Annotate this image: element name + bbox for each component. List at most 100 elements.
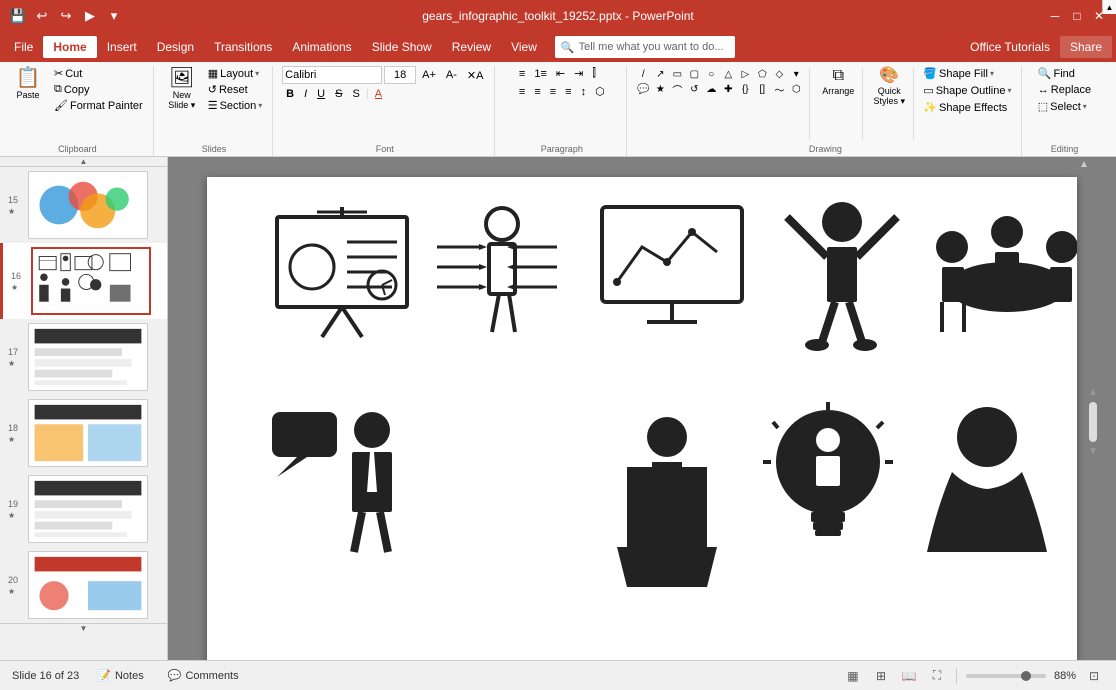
- slide-preview-16[interactable]: [31, 247, 151, 315]
- format-painter-button[interactable]: 🖌 Format Painter: [50, 98, 147, 113]
- pentagon-shape[interactable]: ⬠: [755, 67, 769, 81]
- bullets-button[interactable]: ≡: [515, 67, 529, 81]
- comments-button[interactable]: 💬 Comments: [162, 667, 245, 684]
- more-shapes[interactable]: ▾: [789, 67, 803, 81]
- menu-design[interactable]: Design: [147, 36, 204, 58]
- slide-preview-18[interactable]: [28, 399, 148, 467]
- share-button[interactable]: Share: [1060, 36, 1112, 58]
- align-right-button[interactable]: ≡: [546, 85, 560, 99]
- font-color-button[interactable]: A: [371, 87, 386, 101]
- align-left-button[interactable]: ≡: [515, 85, 529, 99]
- cloud-shape[interactable]: ☁: [704, 82, 718, 96]
- italic-button[interactable]: I: [300, 87, 311, 101]
- diamond-shape[interactable]: ◇: [772, 67, 786, 81]
- strikethrough-button[interactable]: S: [331, 87, 346, 101]
- menu-insert[interactable]: Insert: [97, 36, 147, 58]
- canvas-scrollbar-thumb[interactable]: [1089, 402, 1097, 442]
- line-spacing-button[interactable]: ↕: [577, 85, 591, 99]
- font-size-decrease-button[interactable]: A-: [442, 68, 461, 82]
- slide-preview-19[interactable]: [28, 475, 148, 543]
- fit-slide-button[interactable]: ⊡: [1084, 666, 1104, 686]
- reading-view-button[interactable]: 📖: [899, 666, 919, 686]
- shape-effects-button[interactable]: ✨ Shape Effects: [919, 100, 1015, 115]
- section-button[interactable]: ☰ Section ▾: [204, 98, 267, 113]
- increase-indent-button[interactable]: ⇥: [570, 66, 587, 81]
- save-button[interactable]: 💾: [8, 6, 28, 26]
- shape-fill-button[interactable]: 🪣 Shape Fill ▾: [919, 66, 1015, 81]
- menu-review[interactable]: Review: [442, 36, 501, 58]
- menu-view[interactable]: View: [501, 36, 547, 58]
- canvas-scroll-up-btn[interactable]: ▲: [1088, 387, 1098, 398]
- undo-button[interactable]: ↩: [32, 6, 52, 26]
- minimize-button[interactable]: ─: [1046, 7, 1064, 25]
- slides-scroll-down[interactable]: ▼: [0, 623, 167, 633]
- columns-button[interactable]: ⫿: [588, 66, 600, 81]
- slideshow-button[interactable]: ⛶: [927, 666, 947, 686]
- copy-button[interactable]: ⧉ Copy: [50, 82, 147, 97]
- paste-button[interactable]: 📋 Paste: [8, 66, 48, 102]
- menu-transitions[interactable]: Transitions: [204, 36, 282, 58]
- slide-thumb-20[interactable]: 20 ★: [0, 547, 167, 623]
- callout-shape[interactable]: 💬: [636, 82, 650, 96]
- shape-outline-button[interactable]: ▭ Shape Outline ▾: [919, 83, 1015, 98]
- star-shape[interactable]: ★: [653, 82, 667, 96]
- convert-smartart-button[interactable]: ⬡: [591, 84, 609, 99]
- triangle-shape[interactable]: △: [721, 67, 735, 81]
- maximize-button[interactable]: □: [1068, 7, 1086, 25]
- menu-file[interactable]: File: [4, 36, 43, 58]
- quick-styles-button[interactable]: 🎨 QuickStyles ▾: [868, 66, 910, 109]
- brace-shape[interactable]: []: [755, 82, 769, 96]
- curved-arrow[interactable]: ↺: [687, 82, 701, 96]
- line-shape[interactable]: /: [636, 67, 650, 81]
- rtarrow-shape[interactable]: ▷: [738, 67, 752, 81]
- redo-button[interactable]: ↪: [56, 6, 76, 26]
- underline-button[interactable]: U: [313, 87, 329, 101]
- new-slide-button[interactable]: 🖼 NewSlide ▾: [162, 66, 202, 113]
- oval-shape[interactable]: ○: [704, 67, 718, 81]
- justify-button[interactable]: ≡: [561, 85, 575, 99]
- canvas-scroll-up[interactable]: ▲: [1079, 159, 1089, 169]
- select-button[interactable]: ⬚ Select ▾: [1034, 99, 1091, 114]
- slide-preview-17[interactable]: [28, 323, 148, 391]
- layout-button[interactable]: ▦ Layout ▾: [204, 66, 267, 81]
- slide-thumb-15[interactable]: 15 ★: [0, 167, 167, 243]
- font-size-input[interactable]: 18: [384, 66, 416, 84]
- menu-home[interactable]: Home: [43, 36, 96, 58]
- font-size-increase-button[interactable]: A+: [418, 68, 440, 82]
- notes-button[interactable]: 📝 Notes: [91, 667, 149, 684]
- wave-shape[interactable]: 〜: [772, 82, 786, 96]
- replace-button[interactable]: ↔ Replace: [1034, 83, 1095, 97]
- slide-thumb-19[interactable]: 19 ★: [0, 471, 167, 547]
- slide-thumb-18[interactable]: 18 ★: [0, 395, 167, 471]
- numbering-button[interactable]: 1≡: [530, 67, 551, 81]
- menu-animations[interactable]: Animations: [282, 36, 361, 58]
- text-shadow-button[interactable]: S: [348, 87, 363, 101]
- slide-preview-20[interactable]: [28, 551, 148, 619]
- normal-view-button[interactable]: ▦: [843, 666, 863, 686]
- rounded-rect-shape[interactable]: ▢: [687, 67, 701, 81]
- align-center-button[interactable]: ≡: [530, 85, 544, 99]
- slide-canvas[interactable]: [207, 177, 1077, 660]
- arrange-button[interactable]: ⧉ Arrange: [817, 66, 859, 98]
- connector-shape[interactable]: ⌒: [670, 82, 684, 96]
- bracket-shape[interactable]: {}: [738, 82, 752, 96]
- cut-button[interactable]: ✂ Cut: [50, 66, 147, 81]
- slides-scroll-up[interactable]: ▲: [0, 157, 167, 167]
- flowchart-shape[interactable]: ⬡: [789, 82, 803, 96]
- search-input[interactable]: Tell me what you want to do...: [579, 41, 724, 53]
- clear-formatting-button[interactable]: ✕A: [463, 68, 488, 83]
- find-button[interactable]: 🔍 Find: [1034, 66, 1079, 81]
- zoom-slider[interactable]: [966, 674, 1046, 678]
- slide-thumb-17[interactable]: 17 ★: [0, 319, 167, 395]
- rect-shape[interactable]: ▭: [670, 67, 684, 81]
- canvas-scroll-down-btn[interactable]: ▼: [1088, 446, 1098, 457]
- arrow-shape[interactable]: ↗: [653, 67, 667, 81]
- slide-thumb-16[interactable]: 16 ★: [0, 243, 167, 319]
- cross-shape[interactable]: ✚: [721, 82, 735, 96]
- slide-sorter-button[interactable]: ⊞: [871, 666, 891, 686]
- decrease-indent-button[interactable]: ⇤: [552, 66, 569, 81]
- bold-button[interactable]: B: [282, 87, 298, 101]
- customize-button[interactable]: ▾: [104, 6, 124, 26]
- slide-preview-15[interactable]: [28, 171, 148, 239]
- font-name-selector[interactable]: Calibri: [282, 66, 382, 84]
